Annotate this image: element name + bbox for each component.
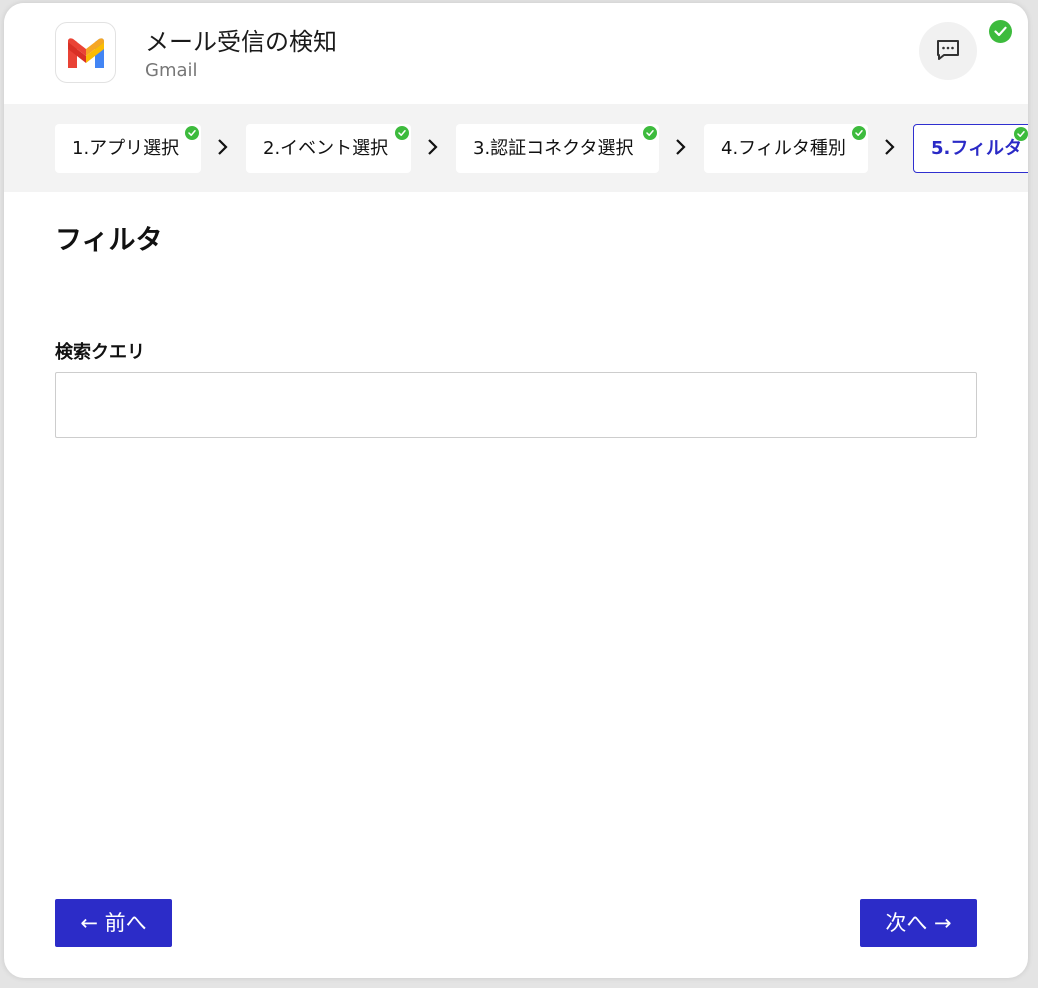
check-circle-icon xyxy=(395,126,409,140)
app-header: メール受信の検知 Gmail xyxy=(4,3,1028,104)
wizard-stepper: 1.アプリ選択 2.イベント選択 3.認証コネクタ選択 4.フィルタ種別 5.フ… xyxy=(4,104,1028,192)
search-query-input[interactable] xyxy=(55,372,977,438)
chat-bubble-icon xyxy=(937,40,959,60)
search-query-label: 検索クエリ xyxy=(55,342,145,363)
app-subtitle: Gmail xyxy=(145,60,198,81)
app-title: メール受信の検知 xyxy=(145,28,337,56)
chevron-right-icon xyxy=(885,139,895,155)
step-filter-type[interactable]: 4.フィルタ種別 xyxy=(704,124,868,173)
chat-button[interactable] xyxy=(919,22,977,80)
step-label: 3.認証コネクタ選択 xyxy=(473,138,634,159)
chevron-right-icon xyxy=(428,139,438,155)
chevron-right-icon xyxy=(676,139,686,155)
step-app-select[interactable]: 1.アプリ選択 xyxy=(55,124,201,173)
step-label: 4.フィルタ種別 xyxy=(721,138,846,159)
check-circle-icon xyxy=(852,126,866,140)
step-event-select[interactable]: 2.イベント選択 xyxy=(246,124,411,173)
check-circle-icon xyxy=(185,126,199,140)
step-label: 2.イベント選択 xyxy=(263,138,389,159)
gmail-logo-icon xyxy=(55,22,116,83)
check-circle-icon xyxy=(989,20,1012,43)
next-button[interactable]: 次へ → xyxy=(860,899,977,947)
chevron-right-icon xyxy=(218,139,228,155)
step-label: 5.フィルタ xyxy=(931,138,1023,159)
check-circle-icon xyxy=(643,126,657,140)
prev-button[interactable]: ← 前へ xyxy=(55,899,172,947)
wizard-modal: メール受信の検知 Gmail 1.アプリ選択 2.イベント選択 3.認証コネクタ… xyxy=(4,3,1028,978)
check-circle-icon xyxy=(1014,127,1028,141)
step-label: 1.アプリ選択 xyxy=(72,138,180,159)
step-connector-select[interactable]: 3.認証コネクタ選択 xyxy=(456,124,659,173)
section-title: フィルタ xyxy=(55,225,163,256)
step-filter[interactable]: 5.フィルタ xyxy=(913,124,1028,173)
